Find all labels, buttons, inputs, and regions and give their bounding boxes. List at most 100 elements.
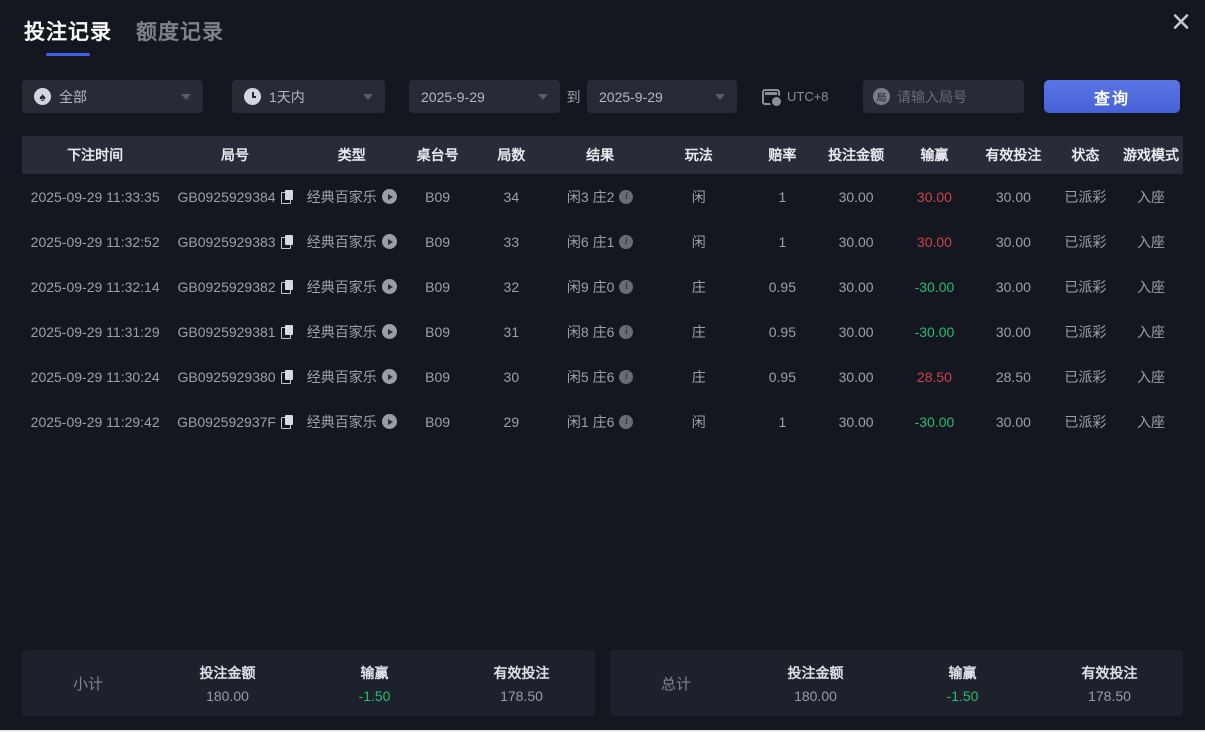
valid-bet-cell: 30.00 xyxy=(975,234,1052,250)
copy-icon[interactable] xyxy=(281,190,293,204)
game-type-text: 经典百家乐 xyxy=(307,412,377,432)
game-mode-cell: 入座 xyxy=(1119,232,1183,252)
copy-icon[interactable] xyxy=(281,370,293,384)
valid-bet-cell: 30.00 xyxy=(975,279,1052,295)
win-loss-cell: -30.00 xyxy=(894,414,975,430)
bet-time-cell: 2025-09-29 11:33:35 xyxy=(22,189,168,205)
bet-amount-cell: 30.00 xyxy=(818,279,893,295)
play-cell: 庄 xyxy=(651,322,746,342)
game-type-value: 全部 xyxy=(59,87,173,107)
result-cell: 闲8 庄6 i xyxy=(549,322,651,342)
subtotal-bet-label: 投注金额 xyxy=(154,663,301,683)
video-replay-icon[interactable] xyxy=(382,279,397,294)
date-range-to-label: 到 xyxy=(560,80,587,113)
info-icon[interactable]: i xyxy=(619,370,633,384)
play-cell: 闲 xyxy=(651,412,746,432)
result-text: 闲3 庄2 xyxy=(567,187,614,207)
copy-icon[interactable] xyxy=(281,280,293,294)
close-icon[interactable]: × xyxy=(1171,2,1191,42)
calendar-clock-icon xyxy=(762,89,780,105)
col-result: 结果 xyxy=(549,145,651,165)
round-no-cell: 30 xyxy=(474,369,549,385)
subtotal-win-label: 输赢 xyxy=(301,663,448,683)
info-icon[interactable]: i xyxy=(619,415,633,429)
round-number-field: 局 xyxy=(863,80,1024,113)
round-id-cell: GB092592937F xyxy=(168,414,302,430)
subtotal-valid-label: 有效投注 xyxy=(448,663,595,683)
table-no-cell: B09 xyxy=(402,234,474,250)
info-icon[interactable]: i xyxy=(619,325,633,339)
total-win-label: 输赢 xyxy=(889,663,1036,683)
type-cell: 经典百家乐 xyxy=(302,187,402,207)
subtotal-panel: 小计 投注金额 180.00 输赢 -1.50 有效投注 178.50 xyxy=(22,650,595,716)
tab-betting-records[interactable]: 投注记录 xyxy=(24,16,112,56)
video-replay-icon[interactable] xyxy=(382,369,397,384)
total-win-value: -1.50 xyxy=(889,688,1036,704)
table-row: 2025-09-29 11:31:29 GB0925929381 经典百家乐 B… xyxy=(22,309,1183,354)
col-win-loss: 输赢 xyxy=(894,145,975,165)
bet-amount-cell: 30.00 xyxy=(818,414,893,430)
date-from-select[interactable]: 2025-9-29 xyxy=(409,80,560,113)
round-id-cell: GB0925929382 xyxy=(168,279,302,295)
valid-bet-cell: 30.00 xyxy=(975,189,1052,205)
game-mode-cell: 入座 xyxy=(1119,322,1183,342)
total-bet-amount: 投注金额 180.00 xyxy=(742,663,889,704)
info-icon[interactable]: i xyxy=(619,235,633,249)
game-type-text: 经典百家乐 xyxy=(307,322,377,342)
type-cell: 经典百家乐 xyxy=(302,232,402,252)
total-label: 总计 xyxy=(610,673,742,694)
table-row: 2025-09-29 11:29:42 GB092592937F 经典百家乐 B… xyxy=(22,399,1183,444)
win-loss-cell: -30.00 xyxy=(894,279,975,295)
video-replay-icon[interactable] xyxy=(382,189,397,204)
round-no-cell: 32 xyxy=(474,279,549,295)
video-replay-icon[interactable] xyxy=(382,234,397,249)
game-mode-cell: 入座 xyxy=(1119,187,1183,207)
play-cell: 庄 xyxy=(651,367,746,387)
win-loss-cell: 28.50 xyxy=(894,369,975,385)
info-icon[interactable]: i xyxy=(619,280,633,294)
copy-icon[interactable] xyxy=(281,325,293,339)
tab-quota-records[interactable]: 额度记录 xyxy=(136,16,224,56)
video-replay-icon[interactable] xyxy=(382,324,397,339)
date-to-select[interactable]: 2025-9-29 xyxy=(587,80,737,113)
game-mode-cell: 入座 xyxy=(1119,277,1183,297)
result-text: 闲1 庄6 xyxy=(567,412,614,432)
status-cell: 已派彩 xyxy=(1052,367,1119,387)
col-round-id: 局号 xyxy=(168,145,302,165)
col-bet-amount: 投注金额 xyxy=(818,145,893,165)
round-no-cell: 29 xyxy=(474,414,549,430)
round-id-cell: GB0925929381 xyxy=(168,324,302,340)
table-row: 2025-09-29 11:33:35 GB0925929384 经典百家乐 B… xyxy=(22,174,1183,219)
status-cell: 已派彩 xyxy=(1052,412,1119,432)
odds-cell: 1 xyxy=(746,414,818,430)
round-id-cell: GB0925929380 xyxy=(168,369,302,385)
active-tab-underline xyxy=(46,53,90,56)
win-loss-cell: -30.00 xyxy=(894,324,975,340)
round-id-text: GB0925929380 xyxy=(177,369,275,385)
chevron-down-icon xyxy=(715,94,725,100)
result-text: 闲5 庄6 xyxy=(567,367,614,387)
round-number-input[interactable] xyxy=(897,89,1007,105)
info-icon[interactable]: i xyxy=(619,190,633,204)
result-cell: 闲1 庄6 i xyxy=(549,412,651,432)
copy-icon[interactable] xyxy=(281,415,293,429)
round-id-cell: GB0925929384 xyxy=(168,189,302,205)
tab-bar: 投注记录 额度记录 xyxy=(24,16,224,56)
odds-cell: 1 xyxy=(746,189,818,205)
subtotal-bet-value: 180.00 xyxy=(154,688,301,704)
subtotal-win-loss: 输赢 -1.50 xyxy=(301,663,448,704)
subtotal-win-value: -1.50 xyxy=(301,688,448,704)
video-replay-icon[interactable] xyxy=(382,414,397,429)
query-button[interactable]: 查询 xyxy=(1044,80,1180,113)
game-type-select[interactable]: ♠ 全部 xyxy=(22,80,203,113)
copy-icon[interactable] xyxy=(281,235,293,249)
total-valid-value: 178.50 xyxy=(1036,688,1183,704)
result-text: 闲6 庄1 xyxy=(567,232,614,252)
col-bet-time: 下注时间 xyxy=(22,145,168,165)
col-table-no: 桌台号 xyxy=(402,145,474,165)
round-id-text: GB0925929383 xyxy=(177,234,275,250)
bet-time-cell: 2025-09-29 11:32:14 xyxy=(22,279,168,295)
round-id-text: GB0925929382 xyxy=(177,279,275,295)
odds-cell: 0.95 xyxy=(746,279,818,295)
time-range-select[interactable]: 1天内 xyxy=(232,80,385,113)
